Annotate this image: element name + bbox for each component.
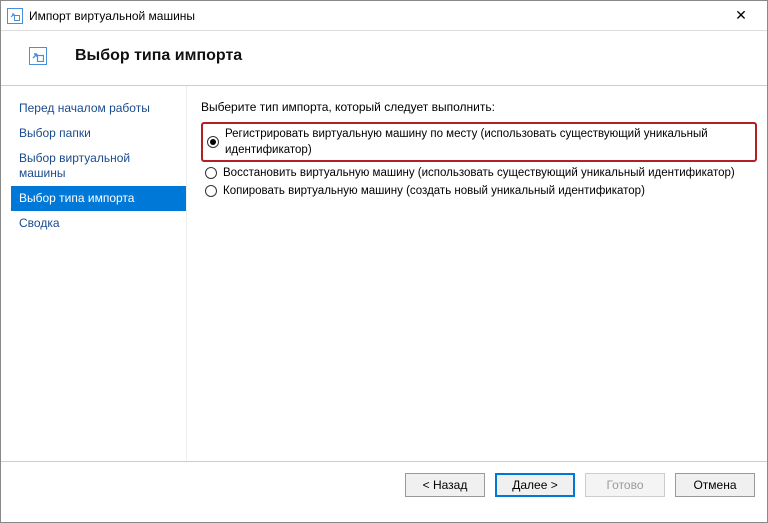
window-title: Импорт виртуальной машины [29, 9, 721, 23]
sidebar-item-select-vm[interactable]: Выбор виртуальной машины [11, 146, 186, 186]
wizard-sidebar: Перед началом работы Выбор папки Выбор в… [1, 86, 187, 461]
radio-icon[interactable] [207, 136, 219, 148]
option-restore[interactable]: Восстановить виртуальную машину (использ… [201, 164, 757, 182]
wizard-main: Выберите тип импорта, который следует вы… [187, 86, 767, 461]
sidebar-item-locate-folder[interactable]: Выбор папки [11, 121, 186, 146]
import-type-options: Регистрировать виртуальную машину по мес… [201, 122, 757, 200]
back-button[interactable]: < Назад [405, 473, 485, 497]
option-label: Копировать виртуальную машину (создать н… [223, 183, 645, 199]
titlebar: Импорт виртуальной машины ✕ [1, 1, 767, 31]
sidebar-item-before-you-begin[interactable]: Перед началом работы [11, 96, 186, 121]
page-title: Выбор типа импорта [75, 47, 242, 65]
option-label: Восстановить виртуальную машину (использ… [223, 165, 735, 181]
import-icon [29, 47, 47, 65]
sidebar-item-summary[interactable]: Сводка [11, 211, 186, 236]
radio-icon[interactable] [205, 185, 217, 197]
wizard-header: Выбор типа импорта [1, 31, 767, 86]
sidebar-item-import-type[interactable]: Выбор типа импорта [11, 186, 186, 211]
finish-button: Готово [585, 473, 665, 497]
cancel-button[interactable]: Отмена [675, 473, 755, 497]
close-icon[interactable]: ✕ [721, 7, 761, 24]
app-icon [7, 8, 23, 24]
wizard-footer: < Назад Далее > Готово Отмена [1, 461, 767, 507]
option-register-in-place[interactable]: Регистрировать виртуальную машину по мес… [201, 122, 757, 162]
option-label: Регистрировать виртуальную машину по мес… [225, 126, 751, 158]
next-button[interactable]: Далее > [495, 473, 575, 497]
option-copy[interactable]: Копировать виртуальную машину (создать н… [201, 182, 757, 200]
radio-icon[interactable] [205, 167, 217, 179]
instruction-text: Выберите тип импорта, который следует вы… [201, 100, 757, 114]
